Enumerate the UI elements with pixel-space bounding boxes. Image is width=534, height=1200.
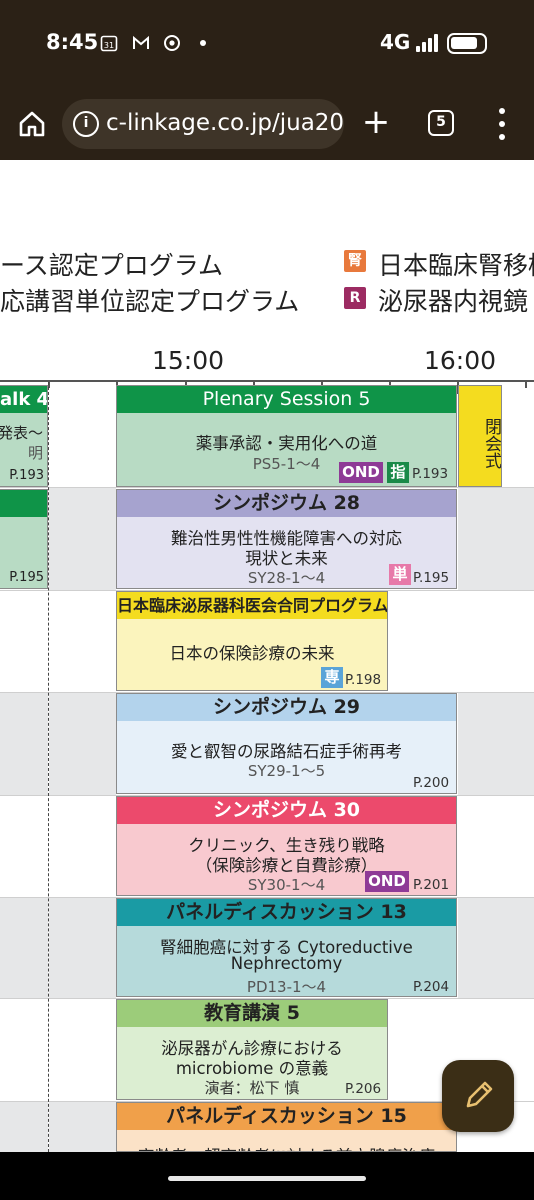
axis-tick: [525, 380, 527, 388]
new-tab-button[interactable]: +: [358, 104, 394, 140]
calendar-31-icon: 31: [100, 34, 118, 52]
legend-badge-kidney: 腎: [344, 250, 366, 272]
time-axis: [0, 380, 534, 382]
home-icon: [19, 111, 45, 137]
page-ref: P.198: [345, 672, 382, 688]
session-symposium-29[interactable]: シンポジウム 29 愛と叡智の尿路結石症手術再考 SY29-1～5 P.200: [116, 693, 457, 794]
session-panel-15[interactable]: パネルディスカッション 15 高齢者・超高齢者に対する前立腺癌治療: [116, 1102, 457, 1152]
status-bar: 8:45 31 4G: [0, 0, 534, 90]
pencil-icon: [466, 1081, 493, 1108]
session-plenary-5[interactable]: Plenary Session 5 薬事承認・実用化への道 PS5-1～4 ON…: [116, 385, 457, 487]
session-symposium-28[interactable]: シンポジウム 28 難治性男性性機能障害への対応 現状と未来 SY28-1～4 …: [116, 489, 457, 589]
page-ref: P.201: [413, 877, 450, 893]
session-text: 発表～: [0, 424, 43, 442]
empty-cell: [49, 1102, 116, 1152]
edit-fab-button[interactable]: [442, 1060, 514, 1132]
badge-ond: OND: [365, 871, 409, 892]
tab-switcher-button[interactable]: 5: [428, 110, 454, 136]
page-ref: P.195: [9, 570, 44, 585]
home-gesture-handle[interactable]: [168, 1176, 366, 1181]
time-label-1500: 15:00: [152, 346, 225, 375]
page-ref: P.206: [345, 1081, 382, 1097]
time-guide-line: [48, 382, 49, 1162]
session-title: 薬事承認・実用化への道: [195, 434, 378, 453]
session-header: Plenary Session 5: [117, 386, 456, 413]
page-ref: P.204: [413, 979, 450, 995]
badge-tan: 単: [389, 564, 411, 585]
session-panel-13[interactable]: パネルディスカッション 13 腎細胞癌に対する Cytoreductive Ne…: [116, 898, 457, 997]
session-code: SY29-1～5: [247, 762, 326, 780]
session-closing[interactable]: 閉会式: [458, 385, 502, 487]
chrome-icon: [163, 34, 181, 52]
session-header: [0, 490, 47, 517]
system-nav-bar: [0, 1152, 534, 1200]
empty-cell: [49, 488, 116, 590]
address-bar[interactable]: i c-linkage.co.jp/jua20: [62, 99, 344, 149]
empty-cell: [0, 693, 48, 795]
site-info-icon[interactable]: i: [73, 111, 99, 137]
page-ref: P.195: [413, 570, 450, 586]
session-title: microbiome の意義: [175, 1059, 329, 1078]
empty-cell: [0, 1102, 48, 1152]
session-education-5[interactable]: 教育講演 5 泌尿器がん診療における microbiome の意義 演者：松下 …: [116, 999, 388, 1100]
page-ref: P.200: [413, 775, 450, 791]
svg-text:31: 31: [104, 41, 114, 50]
signal-icon: [416, 34, 438, 52]
url-text: c-linkage.co.jp/jua20: [106, 110, 344, 136]
session-text: 明: [27, 444, 43, 462]
dot-icon: [194, 34, 212, 52]
network-type: 4G: [380, 30, 411, 54]
session-header: alk 4: [0, 386, 47, 413]
session-title: 愛と叡智の尿路結石症手術再考: [171, 742, 402, 761]
empty-cell: [0, 898, 48, 998]
empty-cell: [458, 898, 534, 998]
session-header: シンポジウム 28: [117, 490, 456, 517]
badge-shi: 指: [387, 462, 409, 483]
status-time: 8:45: [46, 30, 99, 54]
session-symposium-30[interactable]: シンポジウム 30 クリニック、生き残り戦略 （保険診療と自費診療） SY30-…: [116, 796, 457, 896]
empty-cell: [458, 488, 534, 590]
empty-cell: [49, 693, 116, 795]
badge-ond: OND: [339, 462, 383, 483]
session-title: 日本の保険診療の未来: [169, 644, 335, 663]
empty-cell: [458, 693, 534, 795]
gmail-icon: [132, 34, 150, 52]
session-title: 高齢者・超高齢者に対する前立腺癌治療: [117, 1143, 456, 1151]
legend-item-4: 泌尿器内視鏡: [378, 287, 529, 316]
time-label-1600: 16:00: [424, 346, 497, 375]
more-menu-button[interactable]: [490, 106, 514, 142]
browser-toolbar: i c-linkage.co.jp/jua20 + 5: [0, 90, 534, 160]
session-title: Nephrectomy: [230, 954, 343, 973]
closing-label: 閉会式: [481, 417, 501, 469]
session-code: PD13-1～4: [246, 978, 327, 996]
session-header: パネルディスカッション 15: [117, 1103, 456, 1130]
home-button[interactable]: [16, 108, 48, 140]
legend-badge-endoscopy: R: [344, 287, 366, 309]
session-header: シンポジウム 30: [117, 797, 456, 824]
badge-sen: 専: [321, 667, 343, 688]
session-header: パネルディスカッション 13: [117, 899, 456, 926]
session-joint-program[interactable]: 日本臨床泌尿器科医会合同プログラム 日本の保険診療の未来 専 P.198: [116, 591, 388, 691]
legend-item-3: 日本臨床腎移植: [378, 251, 534, 280]
battery-icon: [447, 33, 487, 54]
session-header: 教育講演 5: [117, 1000, 387, 1027]
legend-item-2: 応講習単位認定プログラム: [0, 287, 300, 316]
session-header: シンポジウム 29: [117, 694, 456, 721]
legend-item-1: ース認定プログラム: [0, 251, 224, 280]
session-talk-4[interactable]: alk 4 発表～ 明 P.193: [0, 385, 48, 487]
empty-cell: [49, 898, 116, 998]
session-header: 日本臨床泌尿器科医会合同プログラム: [117, 592, 387, 619]
page-ref: P.193: [412, 466, 449, 482]
page-ref: P.193: [9, 468, 44, 483]
session-left-mid[interactable]: P.195: [0, 489, 48, 589]
